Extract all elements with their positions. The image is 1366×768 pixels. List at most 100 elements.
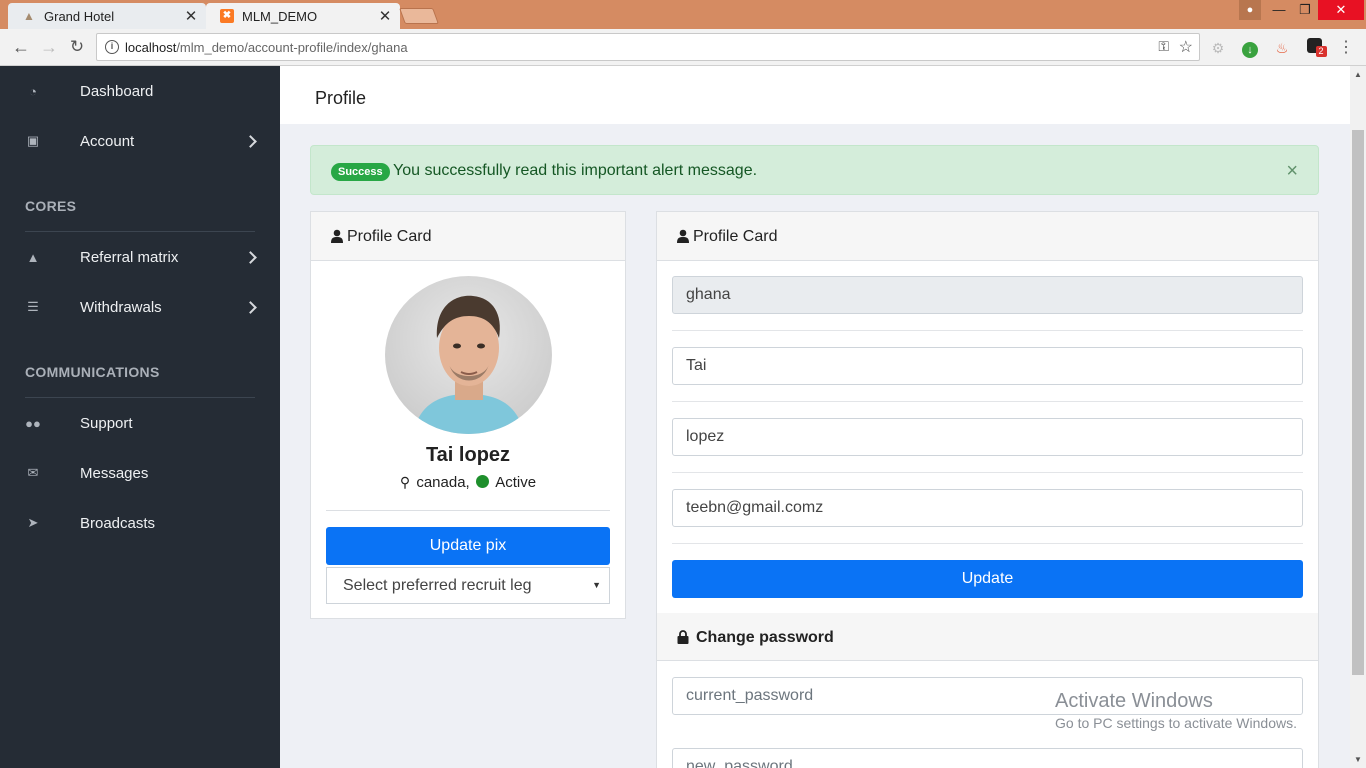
sidebar-item-label: Withdrawals <box>80 298 162 316</box>
tab-grand-hotel[interactable]: ▲ Grand Hotel ✕ <box>8 3 206 29</box>
minimize-button[interactable]: — <box>1266 0 1292 20</box>
bullhorn-icon: ➤ <box>27 515 39 530</box>
change-password-header: Change password <box>657 613 1318 661</box>
divider <box>672 401 1303 402</box>
sidebar-item-broadcasts[interactable]: ➤ Broadcasts <box>0 503 280 543</box>
sidebar-item-label: Account <box>80 132 135 150</box>
page-scrollbar[interactable]: ▲ ▼ <box>1350 66 1366 768</box>
divider <box>672 472 1303 473</box>
sidebar-item-messages[interactable]: ✉ Messages <box>0 453 280 493</box>
sidebar-item-account[interactable]: ▣ Account <box>0 121 280 161</box>
card-header: Profile Card <box>657 212 1318 261</box>
sitemap-icon: ▲ <box>26 249 40 265</box>
star-icon[interactable]: ☆ <box>1179 37 1193 57</box>
download-extension-icon[interactable]: ↓ <box>1240 38 1260 58</box>
sidebar-heading-cores: CORES <box>25 198 77 214</box>
sidebar-heading-communications: COMMUNICATIONS <box>25 364 160 380</box>
recruit-leg-select[interactable]: Select preferred recruit leg ▼ <box>326 567 610 604</box>
envelope-icon: ✉ <box>27 465 39 480</box>
username-field[interactable]: ghana <box>672 276 1303 314</box>
chevron-right-icon <box>244 300 258 314</box>
first-name-field[interactable]: Tai <box>672 347 1303 385</box>
sidebar-item-label: Support <box>80 414 133 432</box>
last-name-field[interactable]: lopez <box>672 418 1303 456</box>
profile-name: Tai lopez <box>425 444 511 466</box>
sidebar-item-label: Referral matrix <box>80 248 179 266</box>
sidebar-item-label: Broadcasts <box>80 514 156 532</box>
url-host: localhost <box>125 40 177 55</box>
tab-title: MLM_DEMO <box>242 8 318 24</box>
user-icon <box>677 229 689 243</box>
select-value: Select preferred recruit leg <box>343 577 532 594</box>
fire-extension-icon[interactable]: ♨ <box>1272 38 1292 58</box>
alert-message: You successfully read this important ale… <box>393 162 758 179</box>
sidebar-item-referral-matrix[interactable]: ▲ Referral matrix <box>0 237 280 277</box>
address-bar[interactable]: i localhost/mlm_demo/account-profile/ind… <box>96 33 1200 61</box>
restore-button[interactable]: ❐ <box>1292 0 1318 20</box>
status-badge: Success <box>331 163 390 181</box>
browser-titlebar: ▲ Grand Hotel ✕ ✖ MLM_DEMO ✕ ● — ❐ ✕ <box>0 0 1366 29</box>
page-header: Profile <box>280 66 1350 124</box>
forward-arrow-icon[interactable]: → <box>38 37 60 59</box>
reload-icon[interactable]: ↻ <box>66 37 88 59</box>
watermark-subtitle: Go to PC settings to activate Windows. <box>1055 715 1297 731</box>
menu-icon[interactable]: ⋮ <box>1336 38 1356 58</box>
users-icon: ●● <box>25 415 41 431</box>
new-password-field[interactable]: new_password <box>672 748 1303 768</box>
sidebar: ◔ Dashboard ▣ Account CORES ▲ Referral m… <box>0 66 280 768</box>
update-pix-button[interactable]: Update pix <box>326 527 610 565</box>
scroll-thumb[interactable] <box>1352 130 1364 675</box>
user-icon[interactable]: ● <box>1239 0 1261 20</box>
xampp-icon: ✖ <box>220 9 234 23</box>
caret-down-icon: ▼ <box>592 580 601 590</box>
email-field[interactable]: teebn@gmail.comz <box>672 489 1303 527</box>
share-extension-icon[interactable]: ⚙ <box>1208 38 1228 58</box>
sidebar-divider <box>25 397 255 398</box>
location-text: canada, <box>416 474 470 491</box>
url-text[interactable]: localhost/mlm_demo/account-profile/index… <box>125 40 408 55</box>
briefcase-icon: ▣ <box>26 133 40 148</box>
page-title: Profile <box>315 88 367 108</box>
close-icon[interactable]: × <box>1286 160 1298 183</box>
sidebar-item-label: Dashboard <box>80 82 154 100</box>
dashboard-icon: ◔ <box>29 83 37 99</box>
extension-badge-icon[interactable]: 2 <box>1304 38 1327 58</box>
tab-mlm-demo[interactable]: ✖ MLM_DEMO ✕ <box>206 3 400 29</box>
scroll-up-icon[interactable]: ▲ <box>1354 70 1362 79</box>
divider <box>672 330 1303 331</box>
status-dot-icon <box>475 475 489 488</box>
extension-badge-count: 2 <box>1315 46 1327 57</box>
change-password-title: Change password <box>696 629 834 646</box>
close-icon[interactable]: ✕ <box>376 7 394 25</box>
chevron-right-icon <box>244 250 258 264</box>
divider <box>672 543 1303 544</box>
lock-icon <box>677 630 689 644</box>
sidebar-item-support[interactable]: ●● Support <box>0 403 280 443</box>
new-tab-button[interactable] <box>399 8 439 24</box>
tab-title: Grand Hotel <box>44 8 115 24</box>
avatar[interactable] <box>385 276 552 434</box>
divider <box>326 510 610 511</box>
window-close-button[interactable]: ✕ <box>1318 0 1364 20</box>
back-arrow-icon[interactable]: ← <box>10 37 32 59</box>
card-title: Profile Card <box>347 228 432 245</box>
sidebar-divider <box>25 231 255 232</box>
key-icon[interactable]: ⚿ <box>1158 38 1169 55</box>
card-title: Profile Card <box>693 228 778 245</box>
windows-activation-watermark: Activate Windows Go to PC settings to ac… <box>1055 690 1297 731</box>
scroll-down-icon[interactable]: ▼ <box>1354 755 1362 764</box>
info-icon[interactable]: i <box>105 40 119 54</box>
sidebar-item-withdrawals[interactable]: ☰ Withdrawals <box>0 287 280 327</box>
chevron-right-icon <box>244 134 258 148</box>
main-content: Profile Success You successfully read th… <box>280 66 1350 768</box>
sidebar-item-dashboard[interactable]: ◔ Dashboard <box>0 71 280 111</box>
browser-toolbar: ← → ↻ i localhost/mlm_demo/account-profi… <box>0 29 1366 66</box>
avatar-photo <box>413 295 524 434</box>
profile-edit-card: Profile Card ghana Tai lopez teebn@gmail… <box>656 211 1319 768</box>
watermark-title: Activate Windows <box>1055 690 1213 712</box>
update-button[interactable]: Update <box>672 560 1303 598</box>
close-icon[interactable]: ✕ <box>182 7 200 25</box>
profile-card: Profile Card Tai lopez ⚲ canada, Active … <box>310 211 626 619</box>
hotel-icon: ▲ <box>23 9 35 23</box>
user-icon <box>331 229 343 243</box>
